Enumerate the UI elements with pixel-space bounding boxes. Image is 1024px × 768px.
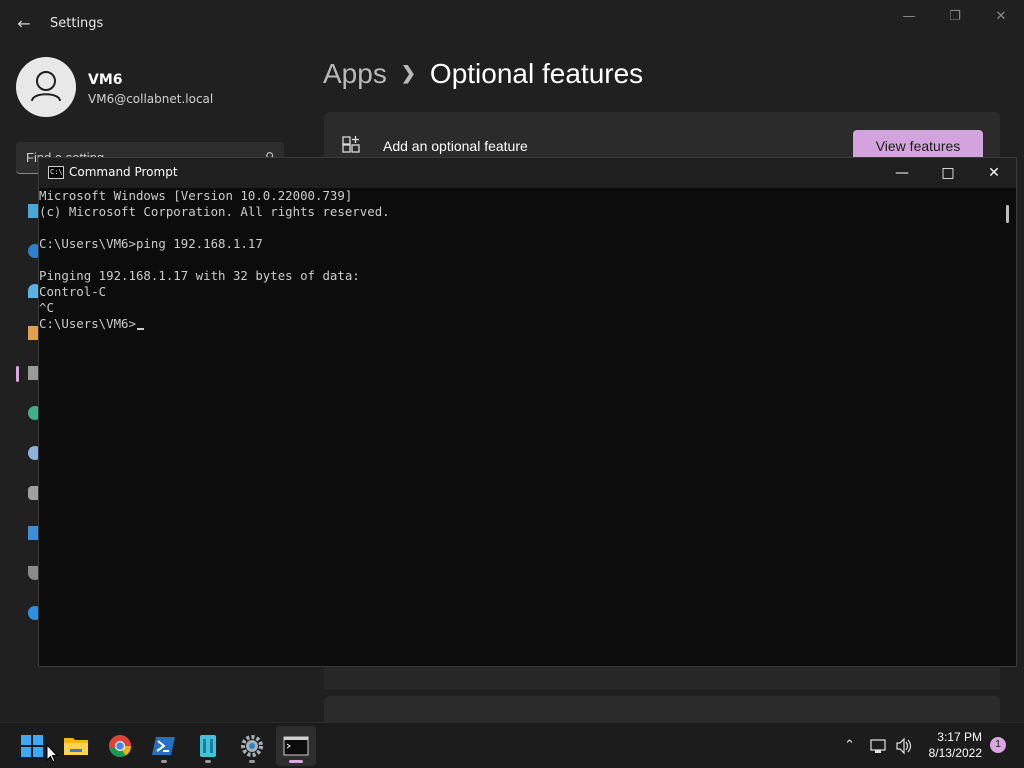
command-prompt-taskbar-button[interactable] [276, 726, 316, 766]
console-line: C:\Users\VM6>ping 192.168.1.17 [39, 236, 263, 251]
add-feature-icon [342, 136, 360, 153]
back-arrow-icon[interactable]: ← [14, 14, 34, 34]
text-cursor [136, 328, 144, 330]
console-line: Pinging 192.168.1.17 with 32 bytes of da… [39, 268, 360, 283]
scrollbar-thumb[interactable] [1006, 205, 1009, 223]
taskbar: ⌃ 3:17 PM 8/13/2022 1 [0, 722, 1024, 768]
user-name: VM6 [88, 72, 123, 88]
console-line: ^C [39, 300, 54, 315]
notification-badge[interactable]: 1 [990, 737, 1006, 753]
cmd-titlebar[interactable]: C:\ Command Prompt — □ ✕ [39, 158, 1016, 188]
cmd-minimize-icon[interactable]: — [879, 158, 925, 188]
active-indicator [289, 760, 303, 763]
breadcrumb-apps[interactable]: Apps [323, 58, 387, 89]
running-indicator [249, 760, 255, 763]
console-output[interactable]: Microsoft Windows [Version 10.0.22000.73… [39, 188, 999, 666]
powershell-button[interactable] [144, 726, 184, 766]
restore-icon[interactable]: ❐ [943, 8, 967, 26]
cmd-close-icon[interactable]: ✕ [971, 158, 1017, 188]
cmd-maximize-icon[interactable]: □ [925, 158, 971, 188]
volume-icon[interactable] [895, 723, 913, 768]
mouse-pointer-icon [46, 744, 58, 763]
selected-nav-indicator [16, 366, 19, 382]
console-line: Control-C [39, 284, 107, 299]
console-line: Microsoft Windows [Version 10.0.22000.73… [39, 188, 353, 203]
console-line: (c) Microsoft Corporation. All rights re… [39, 204, 390, 219]
chevron-right-icon: ❯ [400, 63, 416, 83]
window-title: Settings [50, 16, 104, 31]
show-hidden-icons-chevron-up-icon[interactable]: ⌃ [844, 723, 855, 768]
user-icon [31, 71, 61, 102]
chrome-icon [109, 735, 131, 757]
user-email: VM6@collabnet.local [88, 92, 214, 106]
cmd-app-icon: C:\ [48, 166, 64, 179]
close-icon[interactable]: ✕ [989, 8, 1013, 26]
page-title: Optional features [429, 58, 644, 89]
running-indicator [161, 760, 167, 763]
azure-data-button[interactable] [188, 726, 228, 766]
running-indicator [205, 760, 211, 763]
console-prompt: C:\Users\VM6> [39, 316, 136, 331]
command-prompt-window[interactable]: C:\ Command Prompt — □ ✕ Microsoft Windo… [38, 157, 1017, 667]
console-prompt-line[interactable]: C:\Users\VM6> [39, 316, 144, 332]
clock-date: 8/13/2022 [928, 746, 982, 760]
minimize-icon[interactable]: — [897, 8, 921, 26]
file-explorer-icon [64, 738, 88, 755]
clock[interactable]: 3:17 PM 8/13/2022 [929, 729, 982, 761]
cmd-window-title: Command Prompt [69, 165, 178, 179]
breadcrumb: Apps ❯ Optional features [323, 58, 643, 90]
settings-app-button[interactable] [232, 726, 272, 766]
clock-time: 3:17 PM [937, 730, 982, 744]
chrome-button[interactable] [100, 726, 140, 766]
network-status-icon[interactable] [870, 723, 888, 768]
add-optional-feature-label: Add an optional feature [383, 138, 528, 154]
file-explorer-button[interactable] [56, 726, 96, 766]
avatar[interactable] [16, 57, 76, 117]
feature-list-divider [324, 667, 1000, 689]
